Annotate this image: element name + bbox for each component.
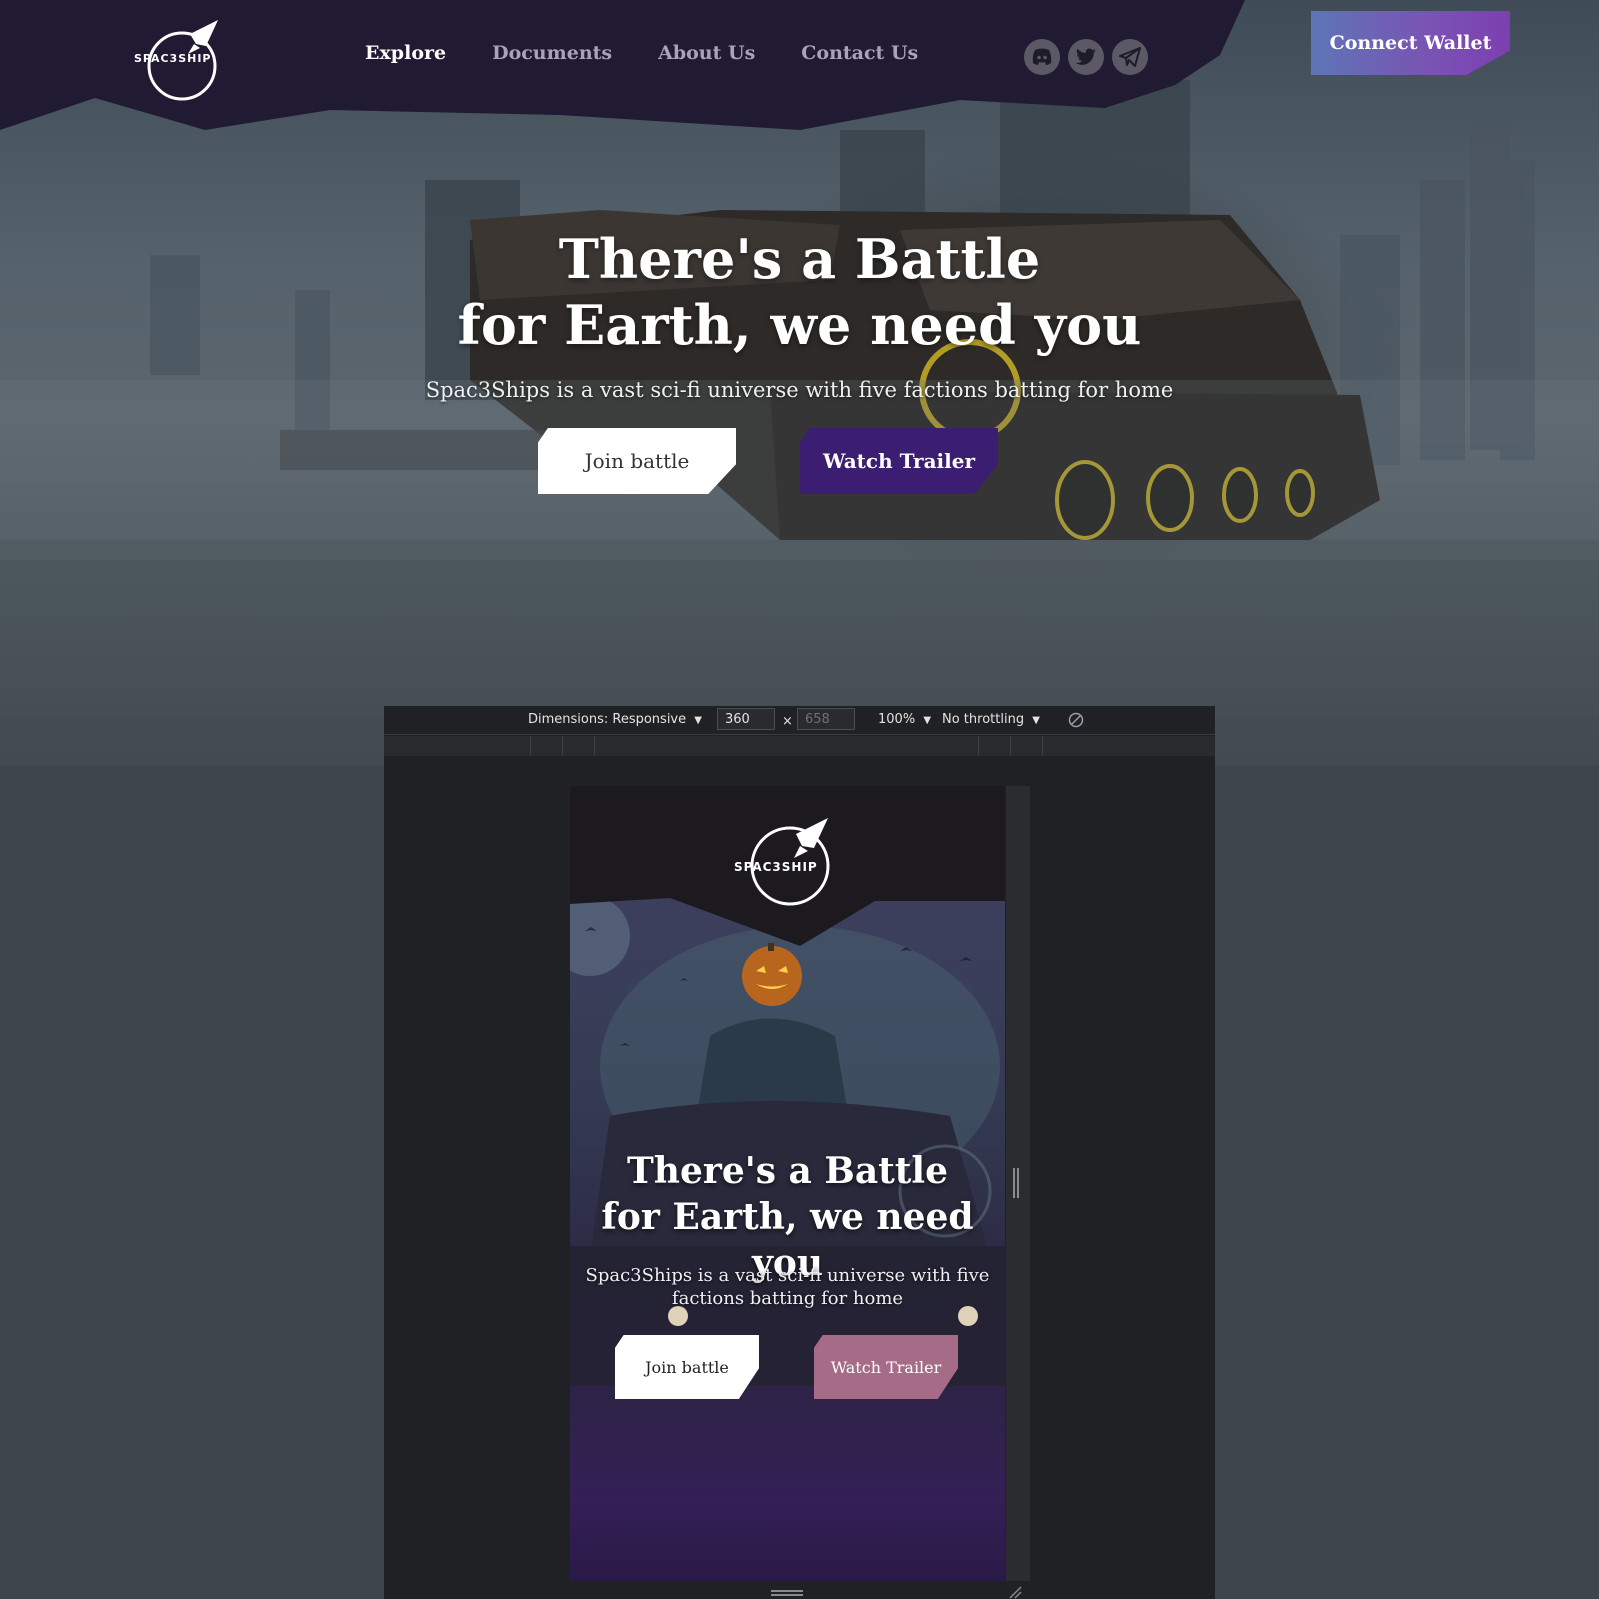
nav-documents[interactable]: Documents [492, 42, 612, 64]
connect-wallet-button[interactable]: Connect Wallet [1311, 11, 1510, 75]
times-symbol: × [782, 714, 793, 729]
nav-contact-us[interactable]: Contact Us [801, 42, 918, 64]
mobile-logo-text: SPAC3SHIP [734, 860, 818, 874]
desktop-hero: SPAC3SHIP Explore Documents About Us Con… [0, 0, 1599, 765]
main-nav: Explore Documents About Us Contact Us [365, 42, 918, 64]
resize-grip-horizontal-icon[interactable] [771, 1590, 803, 1596]
zoom-label: 100% [878, 712, 916, 727]
device-toolbar: Dimensions: Responsive ▼ 360 × 658 100% … [384, 706, 1215, 735]
discord-icon[interactable] [1024, 39, 1060, 75]
mobile-viewport: SPAC3SHIP There's a Battle for Earth, we… [570, 786, 1005, 1581]
mobile-join-battle-button[interactable]: Join battle [615, 1335, 759, 1399]
mobile-hero-title-line-1: There's a Battle [626, 1150, 948, 1192]
width-input[interactable]: 360 [717, 708, 775, 730]
connect-wallet-label: Connect Wallet [1329, 32, 1492, 54]
telegram-icon[interactable] [1112, 39, 1148, 75]
chevron-down-icon: ▼ [1032, 715, 1040, 726]
mobile-hero-subtitle: Spac3Ships is a vast sci-fi universe wit… [585, 1265, 990, 1309]
social-links [1024, 39, 1148, 75]
hero-title: There's a Battle for Earth, we need you [0, 226, 1599, 358]
chevron-down-icon: ▼ [694, 715, 702, 726]
height-input[interactable]: 658 [797, 708, 855, 730]
throttling-dropdown[interactable]: No throttling ▼ [942, 712, 1040, 727]
nav-explore[interactable]: Explore [365, 42, 446, 64]
hero-title-line-2: for Earth, we need you [457, 293, 1142, 357]
hero-subtitle: Spac3Ships is a vast sci-fi universe wit… [425, 378, 1174, 402]
chevron-down-icon: ▼ [923, 715, 932, 726]
twitter-icon[interactable] [1068, 39, 1104, 75]
navbar: SPAC3SHIP Explore Documents About Us Con… [0, 0, 1599, 140]
mobile-watch-trailer-button[interactable]: Watch Trailer [814, 1335, 958, 1399]
hero-title-line-1: There's a Battle [558, 227, 1041, 291]
rotate-icon[interactable] [1068, 712, 1084, 728]
throttling-label: No throttling [942, 712, 1025, 727]
nav-about-us[interactable]: About Us [658, 42, 755, 64]
logo-text: SPAC3SHIP [134, 52, 212, 65]
media-query-ruler[interactable] [384, 736, 1215, 756]
join-battle-button[interactable]: Join battle [538, 428, 736, 494]
dimensions-dropdown[interactable]: Dimensions: Responsive ▼ [528, 712, 702, 727]
watch-trailer-button[interactable]: Watch Trailer [800, 428, 998, 494]
corner-resize-icon[interactable] [1008, 1585, 1022, 1599]
resize-grip-vertical-icon[interactable] [1013, 1168, 1019, 1198]
dimensions-label: Dimensions: Responsive [528, 712, 687, 727]
zoom-dropdown[interactable]: 100% ▼ [878, 712, 931, 727]
